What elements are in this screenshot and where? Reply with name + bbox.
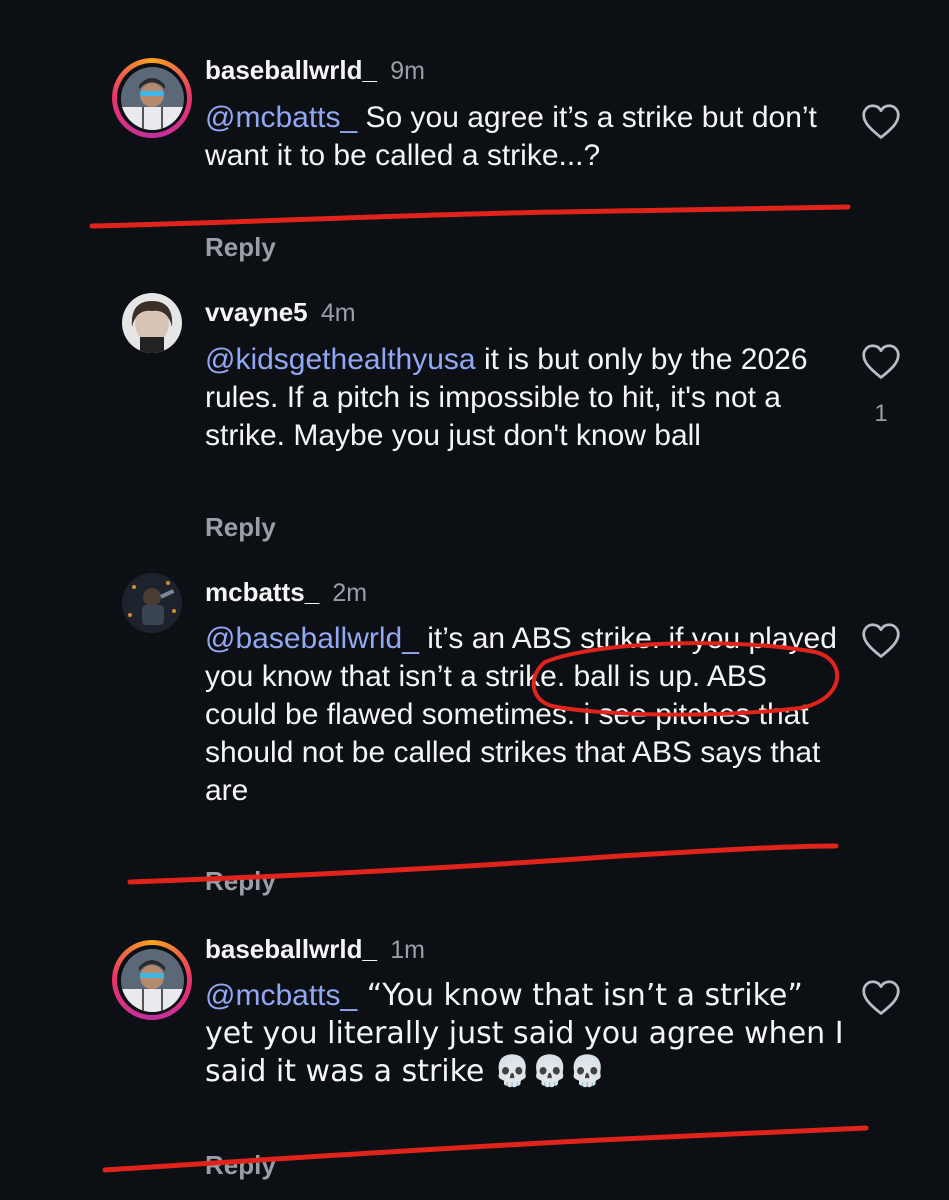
timestamp: 9m bbox=[390, 57, 425, 85]
comment-text: @kidsgethealthyusa it is but only by the… bbox=[205, 341, 845, 455]
comment-text: @mcbatts_ “You know that isn’t a strike”… bbox=[205, 977, 845, 1091]
username[interactable]: vvayne5 bbox=[205, 297, 308, 327]
avatar[interactable] bbox=[122, 293, 182, 353]
timestamp: 1m bbox=[390, 936, 425, 964]
mention-link[interactable]: @mcbatts_ bbox=[205, 101, 357, 134]
username[interactable]: mcbatts_ bbox=[205, 577, 319, 607]
reply-button[interactable]: Reply bbox=[205, 512, 276, 543]
heart-icon[interactable] bbox=[860, 621, 902, 659]
comment-text: @baseballwrld_ it’s an ABS strike. if yo… bbox=[205, 620, 845, 810]
comment-header: baseballwrld_ 1m bbox=[205, 933, 425, 966]
username[interactable]: baseballwrld_ bbox=[205, 55, 377, 85]
reply-button[interactable]: Reply bbox=[205, 232, 276, 263]
profile-photo-icon bbox=[122, 293, 182, 353]
comment-header: baseballwrld_ 9m bbox=[205, 54, 425, 87]
like-count: 1 bbox=[874, 400, 888, 427]
heart-icon[interactable] bbox=[860, 102, 902, 140]
timestamp: 4m bbox=[320, 299, 356, 327]
comment-header: vvayne5 4m bbox=[205, 296, 356, 329]
timestamp: 2m bbox=[332, 579, 368, 607]
mention-link[interactable]: @kidsgethealthyusa bbox=[205, 343, 476, 376]
underline-mark bbox=[89, 204, 851, 229]
profile-photo-icon bbox=[122, 573, 182, 633]
avatar[interactable] bbox=[112, 58, 192, 138]
mention-link[interactable]: @mcbatts_ bbox=[205, 979, 357, 1012]
comment-header: mcbatts_ 2m bbox=[205, 576, 367, 609]
avatar[interactable] bbox=[122, 573, 182, 633]
comment-text: @mcbatts_ So you agree it’s a strike but… bbox=[205, 99, 845, 175]
heart-icon[interactable] bbox=[860, 978, 902, 1016]
reply-button[interactable]: Reply bbox=[205, 1150, 276, 1181]
reply-button[interactable]: Reply bbox=[205, 866, 276, 897]
profile-photo-icon bbox=[120, 66, 184, 130]
profile-photo-icon bbox=[120, 948, 184, 1012]
avatar[interactable] bbox=[112, 940, 192, 1020]
heart-icon[interactable] bbox=[860, 342, 902, 380]
mention-link[interactable]: @baseballwrld_ bbox=[205, 622, 419, 655]
username[interactable]: baseballwrld_ bbox=[205, 934, 377, 964]
